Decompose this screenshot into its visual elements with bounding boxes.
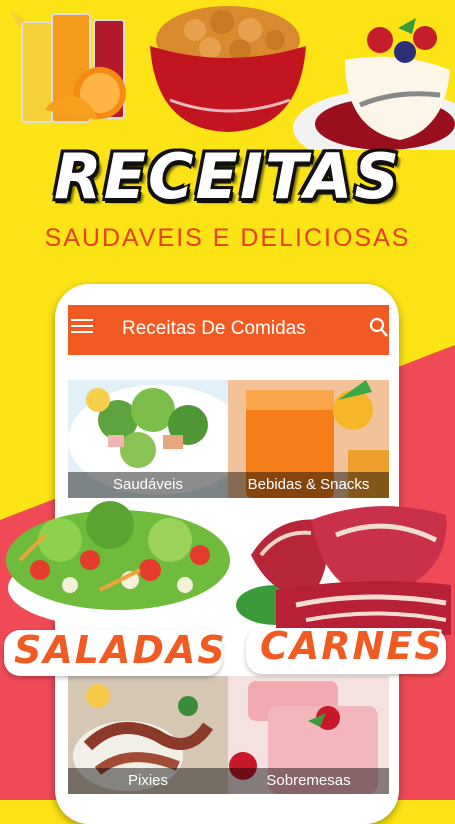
salad-overlay-image	[6, 501, 230, 628]
hero-subtitle: SAUDAVEIS E DELICIOSAS	[44, 224, 411, 252]
app-toolbar: Receitas De Comidas	[68, 305, 389, 355]
category-tile-pixies[interactable]: Pixies	[68, 676, 228, 794]
app-title: Receitas De Comidas	[122, 318, 306, 339]
carnes-banner[interactable]: CARNES	[246, 624, 446, 674]
search-icon[interactable]	[369, 317, 389, 344]
category-label: Pixies	[68, 768, 228, 794]
category-tile-sobremesas[interactable]: Sobremesas	[228, 676, 389, 794]
juice-glasses-image	[10, 10, 126, 123]
category-label: Saudáveis	[68, 472, 228, 498]
saladas-label: SALADAS	[14, 628, 227, 672]
saladas-banner[interactable]: SALADAS	[4, 628, 225, 676]
hamburger-menu-icon[interactable]	[71, 319, 93, 335]
hero-food-illustration	[10, 6, 455, 150]
snacks-bowl-image	[150, 6, 306, 132]
hero-title: RECEITAS	[53, 140, 402, 213]
carnes-label: CARNES	[260, 624, 444, 668]
dessert-image	[293, 18, 455, 150]
category-tile-bebidas[interactable]: Bebidas & Snacks	[228, 380, 389, 498]
category-label: Sobremesas	[228, 768, 389, 794]
category-tile-saudaveis[interactable]: Saudáveis	[68, 380, 228, 498]
meat-overlay-image	[236, 506, 451, 635]
